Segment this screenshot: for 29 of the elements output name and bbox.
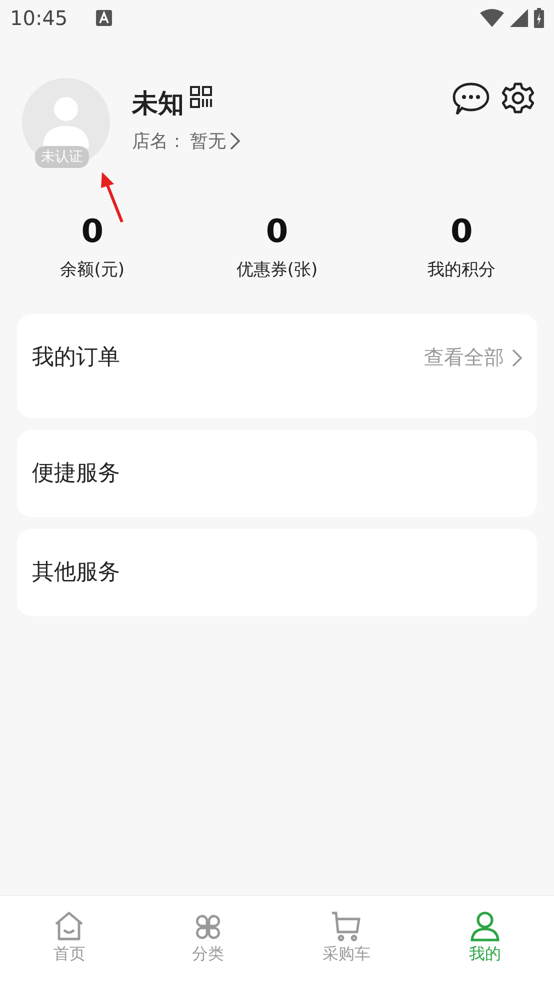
settings-icon[interactable] — [502, 82, 534, 114]
tab-bar-item[interactable]: 分类 — [138, 896, 277, 984]
tab-bar-item[interactable]: 我的 — [416, 896, 554, 984]
stat-value: 0 — [81, 212, 104, 250]
signal-icon — [510, 9, 528, 27]
card-title: 我的订单 — [32, 344, 120, 372]
tab-bar-item[interactable]: 首页 — [0, 896, 138, 984]
card-title: 便捷服务 — [32, 460, 120, 488]
store-name-link[interactable]: 店名： 暂无 — [132, 129, 240, 153]
cart-icon — [329, 910, 364, 942]
stat-label[interactable]: 余额(元) — [60, 258, 124, 281]
wifi-icon — [480, 9, 504, 27]
notification-icon — [96, 10, 112, 26]
user-name: 未知 — [132, 88, 184, 121]
tab-bar-item[interactable]: 采购车 — [277, 896, 416, 984]
chevron-right-icon — [230, 132, 240, 150]
stat-value: 0 — [450, 212, 473, 250]
clock: 10:45 — [10, 6, 68, 30]
qr-code-icon[interactable] — [190, 86, 212, 108]
battery-icon — [534, 8, 544, 28]
user-icon — [468, 910, 502, 942]
card-title: 其他服务 — [32, 559, 120, 587]
message-icon[interactable] — [452, 82, 490, 116]
person-icon — [43, 96, 89, 148]
stat-value: 0 — [266, 212, 288, 250]
stat-label[interactable]: 优惠券(张) — [236, 258, 318, 281]
view-all-link[interactable]: 查看全部 — [424, 342, 522, 371]
chevron-right-icon — [512, 348, 522, 366]
stat-label[interactable]: 我的积分 — [428, 258, 496, 281]
